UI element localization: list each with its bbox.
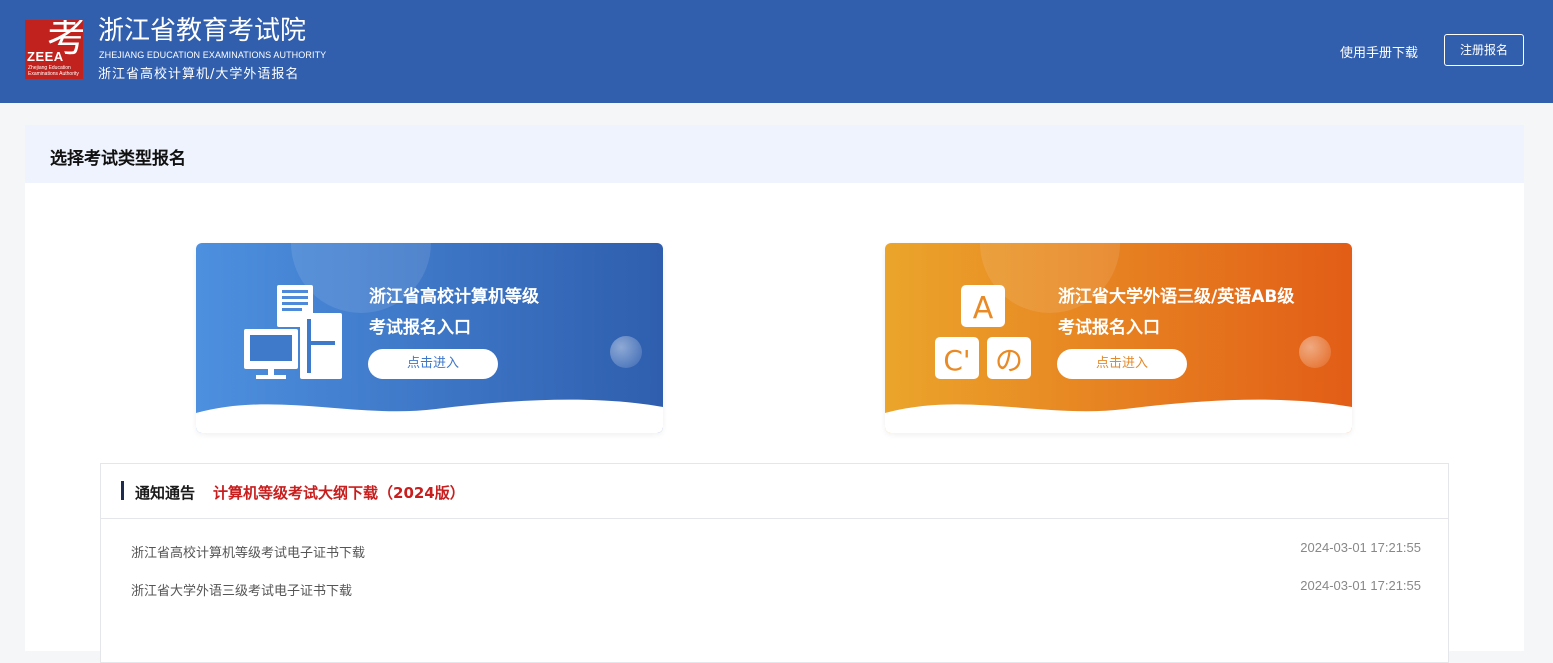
- notice-item-date: 2024-03-01 17:21:55: [1300, 540, 1421, 555]
- card-title-line2: 考试报名入口: [1058, 318, 1160, 338]
- decorative-dot: [1299, 336, 1331, 368]
- notice-item[interactable]: 浙江省高校计算机等级考试电子证书下载 2024-03-01 17:21:55: [131, 540, 1421, 561]
- wave-decoration: [196, 399, 663, 433]
- notice-item-title[interactable]: 浙江省高校计算机等级考试电子证书下载: [131, 542, 365, 561]
- letter-a: A: [973, 291, 994, 326]
- notice-item-date: 2024-03-01 17:21:55: [1300, 578, 1421, 593]
- logo-subtitle: Zhejiang Education Examinations Authorit…: [28, 65, 79, 77]
- section-header: 选择考试类型报名: [25, 125, 1524, 183]
- main-panel: 选择考试类型报名 浙江省高校计算机等级 考试报名入口 点击进入 A C' の 浙…: [25, 125, 1524, 663]
- notice-item-title[interactable]: 浙江省大学外语三级考试电子证书下载: [131, 580, 352, 599]
- notice-item[interactable]: 浙江省大学外语三级考试电子证书下载 2024-03-01 17:21:55: [131, 578, 1421, 599]
- card-title-line2: 考试报名入口: [369, 318, 471, 338]
- computer-icon: [244, 285, 342, 379]
- letter-no: の: [995, 344, 1023, 377]
- manual-download-link[interactable]: 使用手册下载: [1340, 42, 1418, 61]
- decorative-dot: [610, 336, 642, 368]
- register-button[interactable]: 注册报名: [1444, 34, 1524, 66]
- notice-accent-bar: [121, 481, 124, 500]
- card-title-line1: 浙江省高校计算机等级: [369, 287, 539, 307]
- notice-panel: 通知通告 计算机等级考试大纲下载（2024版） 浙江省高校计算机等级考试电子证书…: [100, 463, 1449, 663]
- foreign-language-exam-enter-button[interactable]: 点击进入: [1057, 349, 1187, 379]
- wave-decoration: [885, 399, 1352, 433]
- card-title-line1: 浙江省大学外语三级/英语AB级: [1058, 287, 1295, 307]
- notice-label: 通知通告: [135, 484, 196, 502]
- organization-english-name: ZHEJIANG EDUCATION EXAMINATIONS AUTHORIT…: [99, 50, 327, 60]
- zeea-logo[interactable]: 考 ZEEA Zhejiang Education Examinations A…: [25, 20, 83, 79]
- organization-title: 浙江省教育考试院: [98, 16, 307, 46]
- logo-abbreviation: ZEEA: [27, 49, 64, 64]
- syllabus-download-link[interactable]: 计算机等级考试大纲下载（2024版）: [213, 482, 465, 503]
- notice-header: 通知通告 计算机等级考试大纲下载（2024版）: [101, 464, 1448, 519]
- computer-exam-card[interactable]: 浙江省高校计算机等级 考试报名入口 点击进入: [196, 243, 663, 433]
- language-letters-icon: A C' の: [935, 285, 1031, 379]
- computer-exam-enter-button[interactable]: 点击进入: [368, 349, 498, 379]
- letter-c: C': [943, 344, 970, 377]
- section-title: 选择考试类型报名: [50, 149, 186, 169]
- site-subtitle: 浙江省高校计算机/大学外语报名: [98, 67, 300, 82]
- header-bar: 考 ZEEA Zhejiang Education Examinations A…: [0, 0, 1553, 103]
- foreign-language-exam-card[interactable]: A C' の 浙江省大学外语三级/英语AB级 考试报名入口 点击进入: [885, 243, 1352, 433]
